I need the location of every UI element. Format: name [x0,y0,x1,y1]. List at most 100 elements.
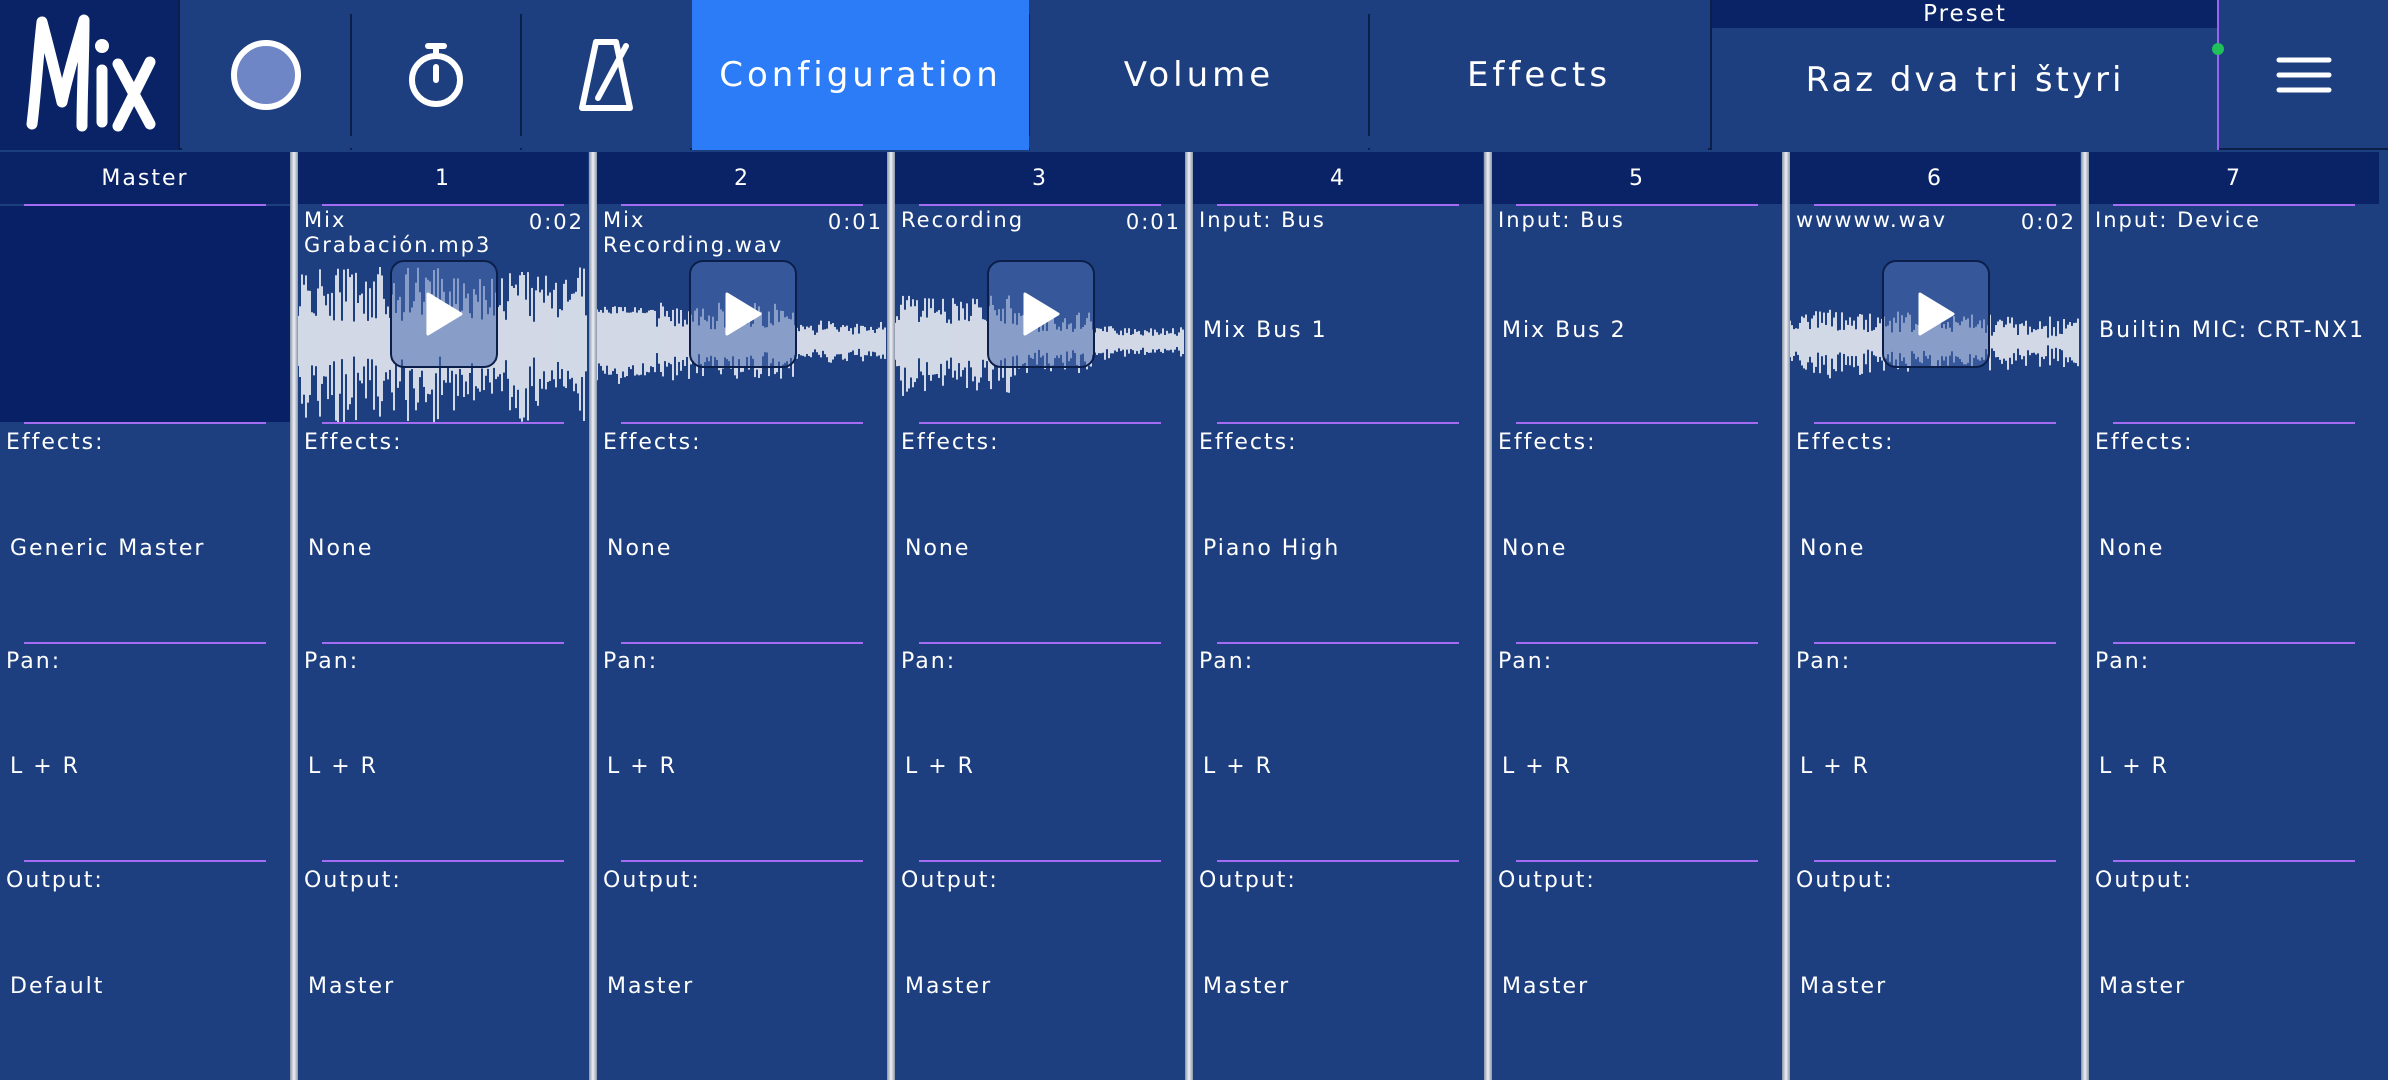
channel-strip-1: 1 Mix Grabación.mp3 0:02 Effects: None Pan: L … [298,152,588,1080]
output-label: Output: [1796,868,1894,893]
output-label: Output: [1199,868,1297,893]
channel-header[interactable]: 5 [1492,152,1782,204]
section-separator [1516,422,1758,424]
pan-value[interactable]: L + R [10,754,80,779]
pan-label: Pan: [1199,649,1255,674]
pan-label: Pan: [304,649,360,674]
channel-strip-2: 2 Mix Recording.wav 0:01 Effects: None Pan: L … [597,152,887,1080]
source-title: Mix Recording.wav [603,208,784,257]
output-value[interactable]: Master [1203,974,1290,999]
menu-button[interactable] [2220,0,2388,150]
channel-strip-4: 4 Input: Bus Mix Bus 1 Effects: Piano High Pa… [1193,152,1483,1080]
channel-header[interactable]: Master [0,152,290,204]
pan-value[interactable]: L + R [2099,754,2169,779]
source-area[interactable] [1492,206,1782,422]
pan-label: Pan: [1796,649,1852,674]
preset-selector[interactable]: Preset Raz dva tri štyri [1710,0,2218,150]
section-separator [1814,860,2056,862]
source-title: Input: Device [2095,208,2261,232]
preset-name[interactable]: Raz dva tri štyri [1712,60,2218,100]
section-separator [1814,642,2056,644]
pan-value[interactable]: L + R [607,754,677,779]
effects-value[interactable]: None [2099,536,2164,561]
tab-configuration[interactable]: Configuration [692,0,1029,150]
duration-label: 0:02 [528,210,584,234]
timer-button[interactable] [352,0,520,150]
metronome-icon [579,39,633,111]
hamburger-menu-icon [2276,57,2332,93]
channel-divider [1185,152,1193,1080]
metronome-button[interactable] [522,0,690,150]
effects-value[interactable]: Piano High [1203,536,1340,561]
mix-logo-icon [26,14,156,132]
section-separator [2113,422,2355,424]
section-separator [1516,642,1758,644]
play-icon [1023,292,1060,336]
channel-header[interactable]: 6 [1790,152,2080,204]
output-value[interactable]: Master [308,974,395,999]
effects-value[interactable]: None [607,536,672,561]
output-value[interactable]: Master [905,974,992,999]
effects-value[interactable]: None [1800,536,1865,561]
duration-label: 0:01 [1125,210,1181,234]
output-value[interactable]: Master [607,974,694,999]
record-button[interactable] [182,0,350,150]
preset-divider [2217,0,2219,150]
effects-value[interactable]: None [1502,536,1567,561]
pan-value[interactable]: L + R [308,754,378,779]
section-separator [24,422,266,424]
output-label: Output: [901,868,999,893]
duration-label: 0:02 [2020,210,2076,234]
channel-header[interactable]: 3 [895,152,1185,204]
channel-header[interactable]: 4 [1193,152,1483,204]
duration-label: 0:01 [827,210,883,234]
channel-strip-5: 5 Input: Bus Mix Bus 2 Effects: None Pan: L + … [1492,152,1782,1080]
effects-value[interactable]: None [308,536,373,561]
section-separator [919,860,1161,862]
channel-header[interactable]: 7 [2089,152,2379,204]
section-separator [24,642,266,644]
source-area[interactable] [0,206,290,422]
section-separator [1814,422,2056,424]
source-area[interactable] [1193,206,1483,422]
output-value[interactable]: Master [1800,974,1887,999]
pan-label: Pan: [6,649,62,674]
source-area[interactable] [2089,206,2379,422]
output-value[interactable]: Master [1502,974,1589,999]
channel-divider [2081,152,2089,1080]
play-button[interactable] [390,260,498,368]
channel-header[interactable]: 1 [298,152,588,204]
output-value[interactable]: Master [2099,974,2186,999]
tab-effects[interactable]: Effects [1370,0,1708,150]
effects-value[interactable]: Generic Master [10,536,205,561]
preset-label: Preset [1712,0,2218,28]
pan-value[interactable]: L + R [1800,754,1870,779]
effects-label: Effects: [304,430,403,455]
app-logo [0,0,180,150]
channel-divider [1484,152,1492,1080]
effects-label: Effects: [1498,430,1597,455]
effects-label: Effects: [1199,430,1298,455]
play-button[interactable] [1882,260,1990,368]
pan-value[interactable]: L + R [1502,754,1572,779]
section-separator [919,422,1161,424]
play-button[interactable] [689,260,797,368]
channel-header[interactable]: 2 [597,152,887,204]
source-value[interactable]: Mix Bus 1 [1203,318,1328,343]
source-value[interactable]: Mix Bus 2 [1502,318,1627,343]
play-icon [725,292,762,336]
output-value[interactable]: Default [10,974,104,999]
effects-value[interactable]: None [905,536,970,561]
output-label: Output: [304,868,402,893]
effects-label: Effects: [901,430,1000,455]
source-title: Input: Bus [1498,208,1625,232]
source-value[interactable]: Builtin MIC: CRT-NX1 [2099,318,2365,343]
pan-value[interactable]: L + R [1203,754,1273,779]
channel-divider [887,152,895,1080]
play-icon [426,292,463,336]
stopwatch-icon [409,43,463,107]
tab-volume[interactable]: Volume [1030,0,1368,150]
pan-value[interactable]: L + R [905,754,975,779]
source-title: Recording [901,208,1025,232]
play-button[interactable] [987,260,1095,368]
